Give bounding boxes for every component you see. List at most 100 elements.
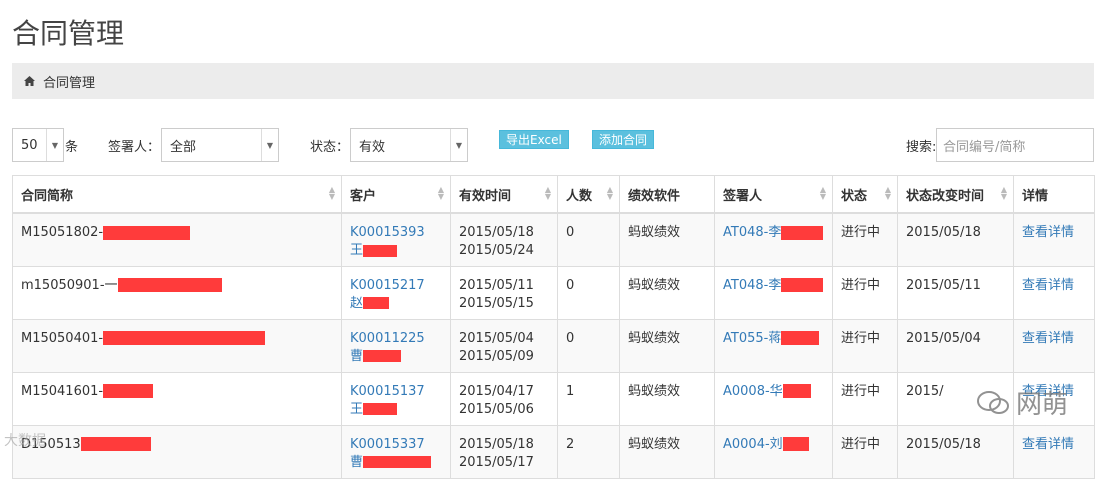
contract-name-cell: D150513 bbox=[12, 424, 342, 479]
signer-link[interactable]: A0008-华 bbox=[723, 384, 783, 399]
signer-cell[interactable]: AT055-蒋 bbox=[714, 318, 833, 373]
header-status[interactable]: 状态 ▲ ▼ bbox=[832, 175, 898, 214]
detail-cell[interactable]: 查看详情 bbox=[1013, 318, 1095, 373]
redaction bbox=[781, 225, 824, 240]
customer-name[interactable]: 王 bbox=[350, 402, 363, 417]
customer-name[interactable]: 曹 bbox=[350, 349, 363, 364]
customer-name[interactable]: 王 bbox=[350, 243, 363, 258]
header-headcount[interactable]: 人数 ▲ ▼ bbox=[557, 175, 620, 214]
contract-name-cell: M15051802- bbox=[12, 212, 342, 267]
header-signer[interactable]: 签署人 ▲ ▼ bbox=[714, 175, 833, 214]
header-software: 绩效软件 bbox=[619, 175, 715, 214]
customer-cell[interactable]: K00015217 赵 bbox=[341, 265, 451, 320]
redaction bbox=[80, 437, 151, 451]
page-size-select[interactable]: 50 ▼ bbox=[12, 128, 64, 162]
status-label: 状态： bbox=[310, 140, 350, 155]
customer-cell[interactable]: K00011225 曹 bbox=[341, 318, 451, 373]
customer-link[interactable]: K00015137 bbox=[350, 384, 425, 399]
view-detail-link[interactable]: 查看详情 bbox=[1022, 437, 1074, 452]
search-input[interactable]: 合同编号/简称 bbox=[936, 128, 1094, 162]
signer-link[interactable]: A0004-刘 bbox=[723, 437, 783, 452]
signer-cell[interactable]: A0004-刘 bbox=[714, 424, 833, 479]
table-header-row: 合同简称 ▲ ▼ 客户 ▲ ▼ 有效时间 ▲ ▼ 人数 ▲ ▼ 绩效软件 签署人 ▲ ▼ 状态 ▲ ▼ … bbox=[12, 175, 1095, 214]
sort-icon: ▲ ▼ bbox=[437, 185, 444, 201]
customer-link[interactable]: K00011225 bbox=[350, 331, 425, 346]
detail-cell[interactable]: 查看详情 bbox=[1013, 265, 1095, 320]
redaction bbox=[363, 244, 398, 257]
chevron-down-icon: ▼ bbox=[261, 129, 278, 161]
redaction bbox=[363, 350, 402, 362]
status-changed-cell: 2015/05/11 bbox=[897, 265, 1014, 320]
export-excel-button[interactable]: 导出Excel bbox=[499, 130, 569, 149]
header-valid-time[interactable]: 有效时间 ▲ ▼ bbox=[450, 175, 558, 214]
valid-time-cell: 2015/04/17 2015/05/06 bbox=[450, 371, 558, 426]
status-changed-cell: 2015/05/18 bbox=[897, 212, 1014, 267]
customer-link[interactable]: K00015217 bbox=[350, 278, 425, 293]
status-cell: 进行中 bbox=[832, 318, 898, 373]
redaction bbox=[103, 384, 154, 398]
chevron-down-icon: ▼ bbox=[46, 129, 63, 161]
redaction bbox=[782, 384, 811, 398]
signer-link[interactable]: AT055-蒋 bbox=[723, 331, 781, 346]
customer-cell[interactable]: K00015393 王 bbox=[341, 212, 451, 267]
header-customer[interactable]: 客户 ▲ ▼ bbox=[341, 175, 451, 214]
detail-cell[interactable]: 查看详情 bbox=[1013, 212, 1095, 267]
sort-icon: ▲ ▼ bbox=[606, 185, 613, 201]
software-cell: 蚂蚁绩效 bbox=[619, 371, 715, 426]
add-contract-button[interactable]: 添加合同 bbox=[592, 130, 655, 149]
valid-time-cell: 2015/05/18 2015/05/24 bbox=[450, 212, 558, 267]
table-row: M15041601- K00015137 王 2015/04/17 2015/05/… bbox=[12, 371, 1095, 426]
sort-icon: ▲ ▼ bbox=[819, 185, 826, 201]
valid-time-cell: 2015/05/04 2015/05/09 bbox=[450, 318, 558, 373]
customer-cell[interactable]: K00015337 曹 bbox=[341, 424, 451, 479]
detail-cell[interactable]: 查看详情 bbox=[1013, 424, 1095, 479]
software-cell: 蚂蚁绩效 bbox=[619, 424, 715, 479]
signer-cell[interactable]: A0008-华 bbox=[714, 371, 833, 426]
customer-cell[interactable]: K00015137 王 bbox=[341, 371, 451, 426]
headcount-cell: 0 bbox=[557, 265, 620, 320]
breadcrumb-label[interactable]: 合同管理 bbox=[43, 72, 95, 91]
software-cell: 蚂蚁绩效 bbox=[619, 212, 715, 267]
headcount-cell: 0 bbox=[557, 318, 620, 373]
headcount-cell: 1 bbox=[557, 371, 620, 426]
sort-icon: ▲ ▼ bbox=[328, 185, 335, 201]
sort-icon: ▲ ▼ bbox=[544, 185, 551, 201]
customer-link[interactable]: K00015337 bbox=[350, 437, 425, 452]
page-size-suffix: 条 bbox=[65, 140, 79, 155]
signer-select[interactable]: 全部 ▼ bbox=[161, 128, 279, 162]
software-cell: 蚂蚁绩效 bbox=[619, 318, 715, 373]
status-changed-cell: 2015/05/04 bbox=[897, 318, 1014, 373]
signer-label: 签署人： bbox=[108, 140, 161, 155]
customer-name[interactable]: 赵 bbox=[350, 296, 363, 311]
view-detail-link[interactable]: 查看详情 bbox=[1022, 331, 1074, 346]
status-cell: 进行中 bbox=[832, 371, 898, 426]
status-select[interactable]: 有效 ▼ bbox=[350, 128, 468, 162]
watermark-text: 网萌 bbox=[1015, 390, 1068, 420]
customer-link[interactable]: K00015393 bbox=[350, 225, 425, 240]
contracts-table: 合同简称 ▲ ▼ 客户 ▲ ▼ 有效时间 ▲ ▼ 人数 ▲ ▼ 绩效软件 签署人 ▲ ▼ 状态 ▲ ▼ … bbox=[12, 175, 1095, 479]
contract-name-cell: M15050401- bbox=[12, 318, 342, 373]
header-status-changed[interactable]: 状态改变时间 ▲ ▼ bbox=[897, 175, 1014, 214]
search-placeholder: 合同编号/简称 bbox=[943, 139, 1026, 155]
redaction bbox=[363, 403, 398, 415]
status-changed-cell: 2015/05/18 bbox=[897, 424, 1014, 479]
header-contract-name[interactable]: 合同简称 ▲ ▼ bbox=[12, 175, 342, 214]
redaction bbox=[103, 225, 191, 240]
signer-cell[interactable]: AT048-李 bbox=[714, 265, 833, 320]
signer-value: 全部 bbox=[170, 139, 197, 155]
headcount-cell: 0 bbox=[557, 212, 620, 267]
view-detail-link[interactable]: 查看详情 bbox=[1022, 278, 1074, 293]
table-row: M15050401- K00011225 曹 2015/05/04 2015/05/… bbox=[12, 318, 1095, 373]
signer-cell[interactable]: AT048-李 bbox=[714, 212, 833, 267]
valid-time-cell: 2015/05/11 2015/05/15 bbox=[450, 265, 558, 320]
view-detail-link[interactable]: 查看详情 bbox=[1022, 225, 1074, 240]
table-row: m15050901-一 K00015217 赵 2015/05/11 2015/05… bbox=[12, 265, 1095, 320]
contract-name-cell: m15050901-一 bbox=[12, 265, 342, 320]
home-icon[interactable] bbox=[24, 76, 35, 86]
signer-link[interactable]: AT048-李 bbox=[723, 278, 781, 293]
header-detail: 详情 bbox=[1013, 175, 1095, 214]
redaction bbox=[363, 297, 390, 309]
customer-name[interactable]: 曹 bbox=[350, 455, 363, 470]
signer-link[interactable]: AT048-李 bbox=[723, 225, 781, 240]
valid-time-cell: 2015/05/18 2015/05/17 bbox=[450, 424, 558, 479]
